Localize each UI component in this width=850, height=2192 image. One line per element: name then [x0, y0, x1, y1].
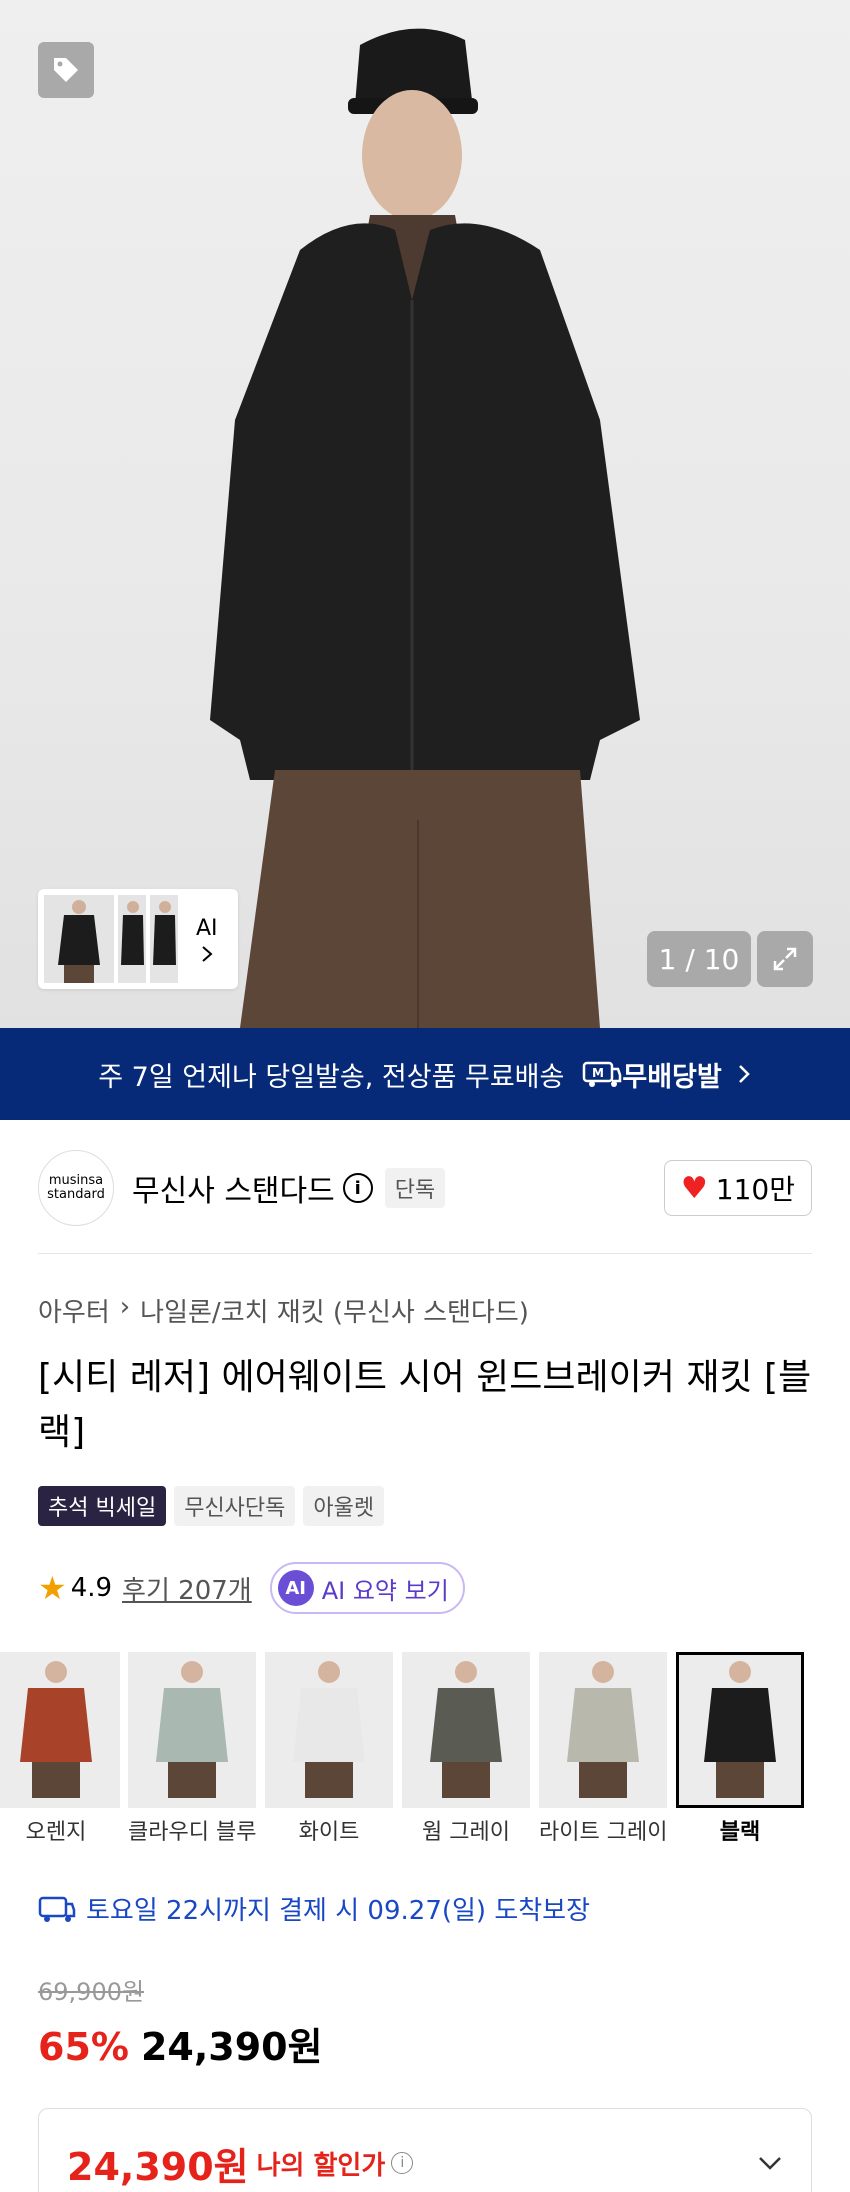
outlet-badge: 아울렛 [303, 1486, 385, 1526]
banner-logo-text: 무배당발 [622, 1061, 722, 1093]
color-swatch[interactable]: 라이트 그레이 [539, 1652, 667, 1846]
rating-score: 4.9 [70, 1573, 113, 1603]
thumbnail-1[interactable] [44, 895, 114, 983]
delivery-banner[interactable]: 주 7일 언제나 당일발송, 전상품 무료배송 M 무배당발 [0, 1028, 850, 1120]
exclusive-badge: 무신사단독 [174, 1486, 296, 1526]
chevron-right-icon [202, 946, 213, 963]
sale-price: 24,390원 [140, 2025, 323, 2069]
color-swatch-label: 블랙 [719, 1820, 761, 1845]
star-icon: ★ [38, 1569, 67, 1607]
color-swatch-image [539, 1652, 667, 1808]
ai-label: AI [196, 915, 218, 941]
divider [38, 1253, 812, 1254]
reviews-link[interactable]: 후기 207개 [122, 1570, 252, 1607]
color-swatch[interactable]: 클라우디 블루 [128, 1652, 256, 1846]
chevron-right-icon: › [119, 1292, 131, 1322]
discount-rate: 65% [38, 2025, 129, 2069]
delivery-guarantee: 토요일 22시까지 결제 시 09.27(일) 도착보장 [38, 1890, 590, 1927]
color-swatch[interactable]: 블랙 [676, 1652, 804, 1846]
tag-icon [54, 58, 78, 82]
ai-thumbnail-link[interactable]: AI [196, 914, 218, 965]
breadcrumb-item[interactable]: 나일론/코치 재킷 (무신사 스탠다드) [140, 1292, 529, 1329]
delivery-text: 토요일 22시까지 결제 시 09.27(일) 도착보장 [86, 1896, 591, 1926]
product-badges: 추석 빅세일 무신사단독 아울렛 [38, 1486, 385, 1526]
thumbnail-2[interactable] [118, 895, 146, 983]
breadcrumb: 아우터 › 나일론/코치 재킷 (무신사 스탠다드) [38, 1292, 529, 1329]
thumbnail-strip[interactable]: AI [38, 889, 238, 989]
ai-summary-button[interactable]: AI AI 요약 보기 [269, 1562, 465, 1614]
my-price-box[interactable]: 24,390원 나의 할인가 i [38, 2108, 812, 2192]
thumbnail-3[interactable] [150, 895, 178, 983]
color-swatch-label: 화이트 [298, 1820, 360, 1845]
delivery-truck-icon [38, 1896, 76, 1922]
heart-icon: ♥ [680, 1170, 708, 1206]
free-delivery-logo: M 무배당발 [582, 1055, 722, 1094]
banner-text: 주 7일 언제나 당일발송, 전상품 무료배송 [98, 1061, 565, 1093]
color-swatch[interactable]: 오렌지 [0, 1652, 120, 1846]
color-swatch-label: 라이트 그레이 [539, 1820, 668, 1845]
brand-row: musinsa standard 무신사 스탠다드 i 단독 ♥ 110만 [38, 1150, 812, 1226]
ai-icon: AI [277, 1570, 314, 1606]
color-swatch[interactable]: 웜 그레이 [402, 1652, 530, 1846]
brand-logo-line2: standard [47, 1187, 105, 1202]
brand-logo[interactable]: musinsa standard [38, 1150, 114, 1226]
chevron-right-icon [738, 1065, 750, 1083]
color-swatch-image [676, 1652, 804, 1808]
like-count: 110만 [715, 1173, 795, 1206]
expand-button[interactable] [757, 931, 813, 987]
product-image-carousel[interactable]: AI 1 / 10 [0, 0, 850, 1028]
color-swatch-label: 오렌지 [25, 1820, 87, 1845]
tag-button[interactable] [38, 42, 94, 98]
ai-summary-label: AI 요약 보기 [321, 1576, 449, 1605]
brand-name[interactable]: 무신사 스탠다드 [132, 1166, 335, 1210]
color-swatch-image [402, 1652, 530, 1808]
color-swatch-image [128, 1652, 256, 1808]
price-row: 65% 24,390원 [38, 2016, 323, 2071]
product-title: [시티 레저] 에어웨이트 시어 윈드브레이커 재킷 [블랙] [38, 1357, 812, 1453]
product-photo [210, 28, 640, 1028]
color-swatch-label: 클라우디 블루 [128, 1820, 257, 1845]
rating-row: ★ 4.9 후기 207개 AI AI 요약 보기 [38, 1562, 465, 1614]
like-button[interactable]: ♥ 110만 [663, 1160, 812, 1216]
brand-logo-line1: musinsa [48, 1172, 104, 1188]
expand-icon [773, 947, 797, 971]
info-icon[interactable]: i [342, 1173, 373, 1203]
color-options: 오렌지 클라우디 블루 화이트 웜 그레이 라이트 그레이 블랙 [0, 1652, 850, 1852]
svg-text:M: M [592, 1066, 604, 1080]
delivery-truck-icon: M [583, 1061, 622, 1087]
my-price-amount: 24,390원 [67, 2144, 249, 2189]
color-swatch-image [265, 1652, 393, 1808]
my-price-label: 나의 할인가 [256, 2150, 386, 2181]
info-icon[interactable]: i [391, 2152, 414, 2174]
color-swatch-label: 웜 그레이 [422, 1820, 510, 1845]
exclusive-badge: 단독 [384, 1168, 446, 1208]
breadcrumb-item[interactable]: 아우터 [38, 1292, 110, 1329]
color-swatch-image [0, 1652, 120, 1808]
sale-badge: 추석 빅세일 [38, 1486, 167, 1526]
chevron-down-icon [759, 2157, 781, 2170]
original-price: 69,900원 [38, 1978, 145, 2006]
image-counter: 1 / 10 [647, 931, 751, 987]
color-swatch[interactable]: 화이트 [265, 1652, 393, 1846]
